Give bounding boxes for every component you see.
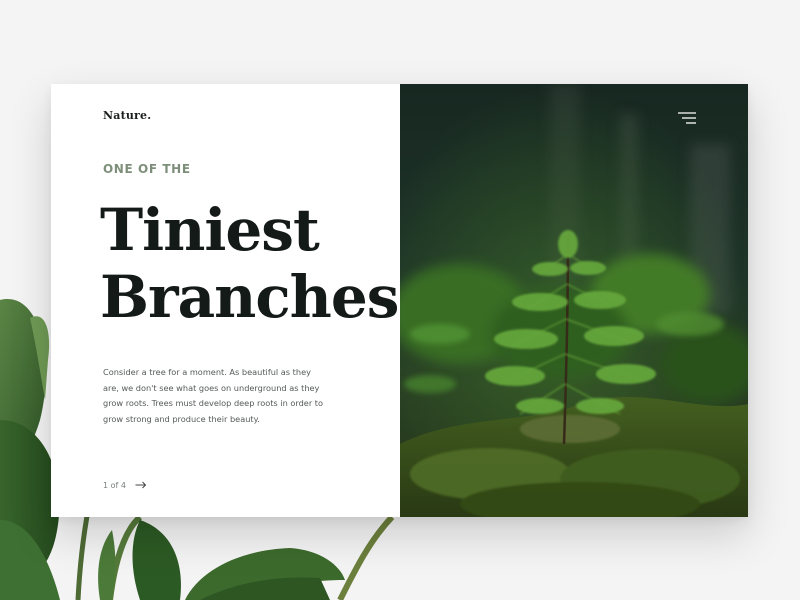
brand-logo[interactable]: Nature. xyxy=(103,109,151,122)
hero-title-line-1: Tiniest xyxy=(100,196,320,264)
menu-button[interactable] xyxy=(676,111,698,125)
hero-description: Consider a tree for a moment. As beautif… xyxy=(103,367,324,424)
hamburger-menu-icon xyxy=(678,112,696,124)
page-stage: Nature. ONE OF THE Tiniest Branches Cons… xyxy=(0,0,800,600)
arrow-right-icon xyxy=(135,481,147,489)
pager-label: 1 of 4 xyxy=(103,480,126,490)
hero-card: Nature. ONE OF THE Tiniest Branches Cons… xyxy=(51,84,748,517)
next-slide-button[interactable] xyxy=(134,480,148,490)
forest-seedling-photo xyxy=(400,84,748,517)
hero-text-panel: Nature. ONE OF THE Tiniest Branches Cons… xyxy=(51,84,400,517)
hero-title-line-2: Branches xyxy=(100,263,399,331)
hero-image-panel xyxy=(400,84,748,517)
slide-pager: 1 of 4 xyxy=(103,480,148,490)
hero-eyebrow: ONE OF THE xyxy=(103,162,191,176)
hero-title: Tiniest Branches xyxy=(100,196,399,331)
